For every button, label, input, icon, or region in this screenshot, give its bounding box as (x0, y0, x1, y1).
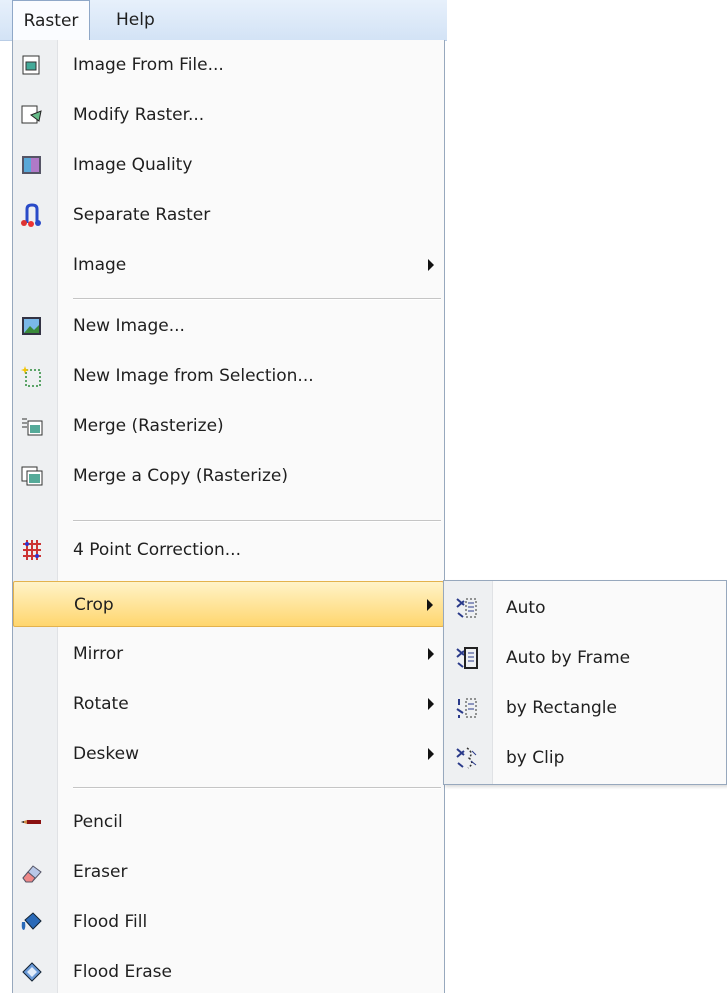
submenu-item-label: Auto (506, 598, 546, 618)
menu-separator (73, 298, 441, 300)
four-point-correction-icon (19, 538, 45, 562)
crop-auto-icon (454, 595, 480, 621)
crop-by-clip-icon (454, 745, 480, 771)
menu-separator (73, 520, 441, 522)
menu-item-label: Eraser (73, 862, 128, 882)
menu-item-label: Rotate (73, 694, 129, 714)
submenu-arrow-icon (427, 599, 433, 611)
menu-item-image-quality[interactable]: Image Quality (13, 142, 444, 188)
modify-raster-icon (19, 103, 45, 127)
flood-fill-icon (19, 910, 45, 934)
menu-item-label: Image From File... (73, 55, 224, 75)
submenu-arrow-icon (428, 698, 434, 710)
menu-item-label: Flood Fill (73, 912, 148, 932)
submenu-arrow-icon (428, 648, 434, 660)
merge-copy-icon (19, 464, 45, 488)
menu-item-new-image-from-selection[interactable]: New Image from Selection... (13, 353, 444, 399)
submenu-item-label: by Clip (506, 748, 565, 768)
submenu-item-by-rectangle[interactable]: by Rectangle (444, 683, 726, 733)
submenu-item-auto[interactable]: Auto (444, 583, 726, 633)
menu-item-label: Image (73, 255, 127, 275)
menu-item-eraser[interactable]: Eraser (13, 849, 444, 895)
menu-item-label: Image Quality (73, 155, 193, 175)
crop-auto-by-frame-icon (454, 645, 480, 671)
menu-item-pencil[interactable]: Pencil (13, 799, 444, 845)
menu-item-modify-raster[interactable]: Modify Raster... (13, 92, 444, 138)
menu-item-deskew[interactable]: Deskew (13, 731, 444, 777)
menu-item-label: Separate Raster (73, 205, 211, 225)
pencil-icon (19, 810, 45, 834)
menu-item-merge-a-copy[interactable]: Merge a Copy (Rasterize) (13, 453, 444, 499)
menu-item-mirror[interactable]: Mirror (13, 631, 444, 677)
menubar-raster[interactable]: Raster (12, 0, 90, 40)
crop-by-rectangle-icon (454, 695, 480, 721)
menu-item-image-from-file[interactable]: Image From File... (13, 42, 444, 88)
new-image-from-selection-icon (19, 364, 45, 388)
menu-item-separate-raster[interactable]: Separate Raster (13, 192, 444, 238)
submenu-item-auto-by-frame[interactable]: Auto by Frame (444, 633, 726, 683)
menu-item-label: New Image from Selection... (73, 366, 314, 386)
merge-rasterize-icon (19, 414, 45, 438)
menu-separator (73, 787, 441, 789)
menu-item-label: Pencil (73, 812, 123, 832)
menu-item-image[interactable]: Image (13, 242, 444, 288)
menu-item-label: Flood Erase (73, 962, 172, 982)
image-from-file-icon (19, 53, 45, 77)
menu-bar: Raster Help (0, 0, 447, 41)
submenu-item-by-clip[interactable]: by Clip (444, 733, 726, 783)
menu-item-label: Merge a Copy (Rasterize) (73, 466, 289, 486)
submenu-item-label: Auto by Frame (506, 648, 631, 668)
menu-item-rotate[interactable]: Rotate (13, 681, 444, 727)
submenu-item-label: by Rectangle (506, 698, 617, 718)
raster-menu: Image From File... Modify Raster... Imag… (12, 40, 445, 993)
crop-submenu: Auto Auto by Frame by Rectangle by Clip (443, 580, 727, 785)
flood-erase-icon (19, 960, 45, 984)
menubar-help[interactable]: Help (104, 0, 167, 40)
menu-item-label: Deskew (73, 744, 140, 764)
menu-item-merge-rasterize[interactable]: Merge (Rasterize) (13, 403, 444, 449)
submenu-arrow-icon (428, 748, 434, 760)
image-quality-icon (19, 153, 45, 177)
menu-item-flood-fill[interactable]: Flood Fill (13, 899, 444, 945)
menu-item-label: New Image... (73, 316, 185, 336)
menu-item-4-point-correction[interactable]: 4 Point Correction... (13, 527, 444, 573)
menu-item-new-image[interactable]: New Image... (13, 303, 444, 349)
submenu-arrow-icon (428, 259, 434, 271)
menu-item-label: Mirror (73, 644, 124, 664)
menu-item-label: Crop (74, 595, 114, 615)
separate-raster-icon (19, 203, 45, 227)
menu-item-label: 4 Point Correction... (73, 540, 241, 560)
eraser-icon (19, 860, 45, 884)
menu-item-label: Modify Raster... (73, 105, 205, 125)
menu-item-label: Merge (Rasterize) (73, 416, 224, 436)
new-image-icon (19, 314, 45, 338)
menu-item-crop[interactable]: Crop (13, 581, 444, 627)
menu-item-flood-erase[interactable]: Flood Erase (13, 949, 444, 995)
